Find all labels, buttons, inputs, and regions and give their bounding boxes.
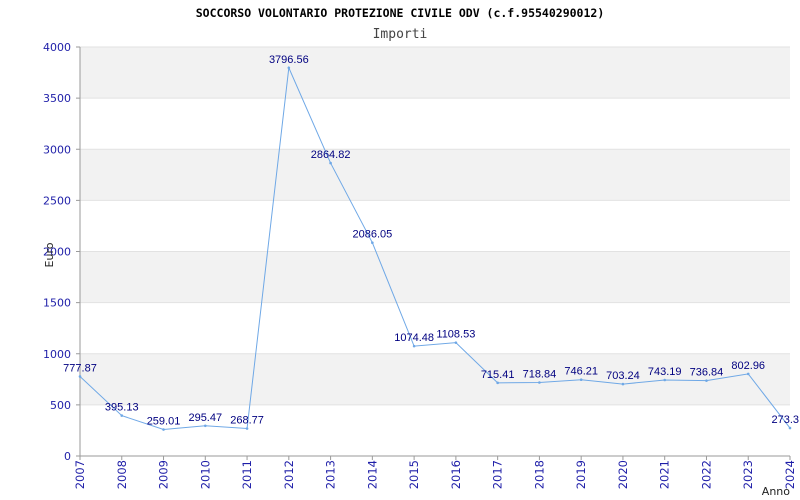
x-tick-label: 2019 (574, 460, 588, 489)
x-axis-title: Anno (762, 485, 790, 498)
data-point (579, 378, 583, 382)
y-tick-label: 1500 (43, 297, 71, 310)
x-tick-label: 2007 (73, 460, 87, 489)
x-tick-label: 2021 (658, 460, 672, 489)
line-chart: SOCCORSO VOLONTARIO PROTEZIONE CIVILE OD… (0, 0, 800, 500)
data-label: 1108.53 (436, 329, 475, 341)
data-label: 703.24 (606, 370, 640, 382)
data-label: 273.3 (771, 414, 799, 426)
data-point (329, 161, 332, 165)
data-point (245, 427, 249, 430)
x-tick-label: 2018 (532, 460, 546, 489)
data-point (663, 378, 667, 382)
data-point (162, 428, 165, 431)
y-tick-label: 2500 (43, 194, 71, 207)
y-tick-label: 1000 (43, 348, 71, 361)
y-tick-label: 500 (50, 399, 71, 412)
data-label: 259.01 (147, 416, 181, 428)
data-point (705, 379, 708, 382)
data-label: 2086.05 (352, 229, 392, 241)
data-label: 3796.56 (269, 54, 309, 66)
x-tick-label: 2008 (115, 460, 129, 489)
data-point (412, 344, 416, 348)
x-tick-label: 2011 (240, 460, 254, 489)
y-tick-label: 3500 (43, 92, 71, 105)
grid-band (80, 98, 790, 150)
data-point (496, 381, 499, 385)
x-tick-label: 2020 (616, 460, 630, 489)
data-label: 268.77 (230, 415, 264, 427)
data-label: 718.84 (523, 368, 557, 380)
data-point (454, 341, 458, 344)
data-point (788, 426, 792, 430)
data-label: 2864.82 (311, 149, 351, 161)
data-label: 295.47 (188, 412, 222, 424)
grid-band (80, 149, 790, 201)
chart-subtitle: Importi (373, 27, 428, 42)
grid-band (80, 404, 790, 456)
data-label: 736.84 (690, 367, 724, 379)
y-tick-label: 4000 (43, 41, 71, 54)
x-tick-label: 2010 (198, 460, 212, 489)
data-label: 777.87 (63, 362, 97, 374)
grid-band (80, 200, 790, 252)
y-tick-label: 3000 (43, 143, 71, 156)
x-tick-label: 2016 (449, 460, 463, 489)
data-label: 802.96 (731, 360, 765, 372)
data-point (203, 424, 207, 428)
y-axis-title: Euro (43, 242, 56, 267)
x-tick-label: 2012 (282, 460, 296, 489)
grid-band (80, 47, 790, 99)
grid-band (80, 302, 790, 354)
x-tick-label: 2017 (491, 460, 505, 489)
x-tick-label: 2022 (699, 460, 713, 489)
grid-band (80, 251, 790, 303)
data-point (746, 372, 750, 376)
chart-title: SOCCORSO VOLONTARIO PROTEZIONE CIVILE OD… (196, 6, 605, 20)
data-point (120, 414, 124, 417)
data-point (78, 375, 82, 378)
x-tick-label: 2023 (741, 460, 755, 489)
data-label: 715.41 (481, 369, 515, 381)
x-tick-label: 2014 (365, 460, 379, 489)
data-label: 395.13 (105, 402, 139, 414)
x-tick-label: 2015 (407, 460, 421, 489)
x-tick-label: 2013 (324, 460, 338, 489)
data-point (621, 382, 625, 386)
data-point (287, 66, 291, 70)
y-tick-label: 0 (64, 450, 71, 463)
grid-band (80, 353, 790, 405)
data-label: 743.19 (648, 366, 682, 378)
data-point (538, 381, 541, 384)
data-label: 746.21 (564, 366, 598, 378)
data-point (371, 241, 374, 245)
data-label: 1074.48 (394, 332, 434, 344)
x-tick-label: 2009 (157, 460, 171, 489)
